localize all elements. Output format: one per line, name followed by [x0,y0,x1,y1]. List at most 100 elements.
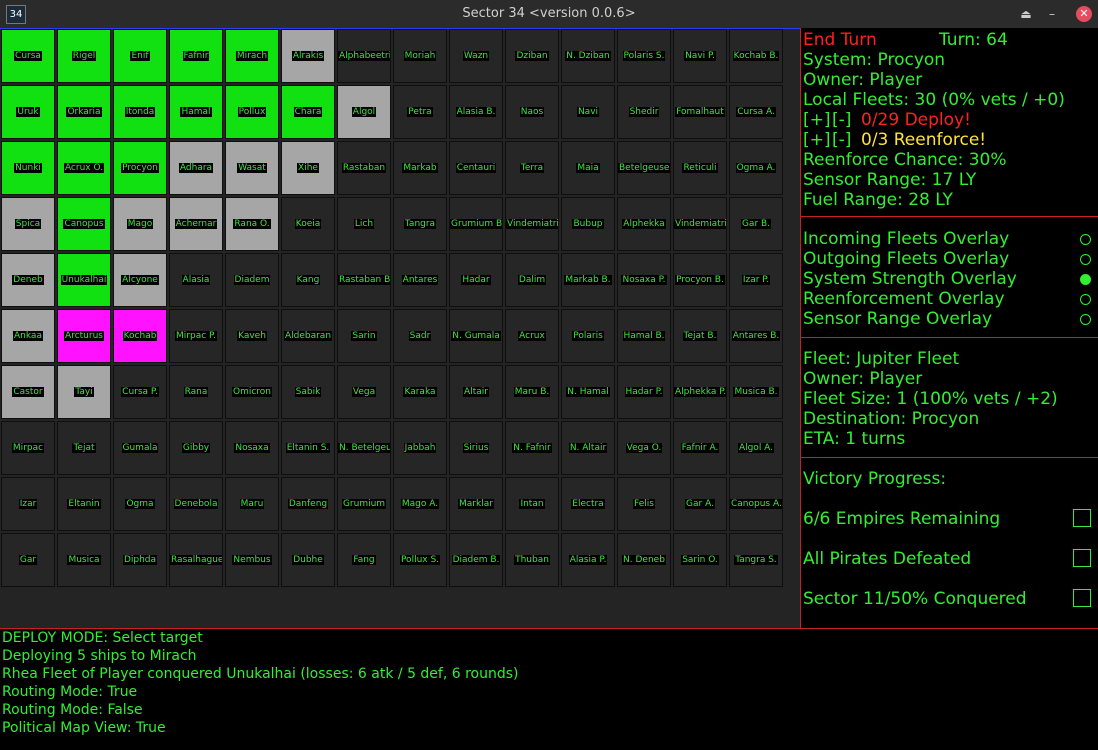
star-system-cell[interactable]: Mirach [225,29,279,83]
star-system-cell[interactable]: Maia [561,141,615,195]
star-system-cell[interactable]: Wasat [225,141,279,195]
star-system-cell[interactable]: Fomalhaut [673,85,727,139]
star-system-cell[interactable]: Thuban [505,533,559,587]
reenforce-plus-button[interactable]: [+] [803,130,831,150]
star-system-cell[interactable]: Antares B. [729,309,783,363]
star-system-cell[interactable]: Cursa A. [729,85,783,139]
star-system-cell[interactable]: Nembus [225,533,279,587]
star-system-cell[interactable]: Musica [57,533,111,587]
star-system-cell[interactable]: Hadar P. [617,365,671,419]
star-system-cell[interactable]: Electra [561,477,615,531]
star-system-cell[interactable]: Chara [281,85,335,139]
star-system-cell[interactable]: Pollux [225,85,279,139]
star-system-cell[interactable]: Arcturus [57,309,111,363]
star-system-cell[interactable]: Dubhe [281,533,335,587]
star-system-cell[interactable]: Vindemiatrix [505,197,559,251]
star-system-cell[interactable]: Sirius [449,421,503,475]
star-system-cell[interactable]: Nunki [1,141,55,195]
overlay-incoming-radio[interactable] [1080,234,1091,245]
star-system-cell[interactable]: Orkaria [57,85,111,139]
star-system-cell[interactable]: Denebola [169,477,223,531]
star-system-cell[interactable]: Fafnir A. [673,421,727,475]
star-system-cell[interactable]: Grumium [337,477,391,531]
star-system-cell[interactable]: Mirpac P. [169,309,223,363]
star-system-cell[interactable]: N. Dziban [561,29,615,83]
deploy-minus-button[interactable]: [-] [832,110,851,130]
star-system-cell[interactable]: Dziban [505,29,559,83]
star-system-cell[interactable]: Ogma [113,477,167,531]
star-system-cell[interactable]: Naos [505,85,559,139]
star-system-cell[interactable]: Wazn [449,29,503,83]
star-system-cell[interactable]: Maru B. [505,365,559,419]
star-system-cell[interactable]: N. Fafnir [505,421,559,475]
star-system-cell[interactable]: Navi P. [673,29,727,83]
overlay-incoming-label[interactable]: Incoming Fleets Overlay [803,229,1009,249]
star-system-cell[interactable]: Ankaa [1,309,55,363]
star-system-cell[interactable]: Acrux [505,309,559,363]
star-system-cell[interactable]: Rana O. [225,197,279,251]
star-system-cell[interactable]: Betelgeuse [617,141,671,195]
star-system-cell[interactable]: Eltanin [57,477,111,531]
overlay-strength-label[interactable]: System Strength Overlay [803,269,1017,289]
star-system-cell[interactable]: Procyon [113,141,167,195]
star-system-cell[interactable]: Mirpac [1,421,55,475]
star-system-cell[interactable]: Lich [337,197,391,251]
star-system-cell[interactable]: Hamal [169,85,223,139]
star-system-cell[interactable]: Reticuli [673,141,727,195]
star-system-cell[interactable]: Sabik [281,365,335,419]
star-system-cell[interactable]: Vindemiatrix P. [673,197,727,251]
star-system-cell[interactable]: Mago A. [393,477,447,531]
star-system-cell[interactable]: Karaka [393,365,447,419]
star-system-cell[interactable]: Hadar [449,253,503,307]
overlay-reenforcement-label[interactable]: Reenforcement Overlay [803,289,1005,309]
star-system-cell[interactable]: Alasia P. [561,533,615,587]
star-system-cell[interactable]: Rana [169,365,223,419]
star-system-cell[interactable]: Kang [281,253,335,307]
star-system-cell[interactable]: Gibby [169,421,223,475]
star-system-cell[interactable]: Jabbah [393,421,447,475]
star-system-cell[interactable]: Unukalhai [57,253,111,307]
star-system-cell[interactable]: Gar B. [729,197,783,251]
overlay-sensor-radio[interactable] [1080,314,1091,325]
star-system-cell[interactable]: Alphabeetrium [337,29,391,83]
star-system-cell[interactable]: Uruk [1,85,55,139]
star-system-cell[interactable]: Alcyone [113,253,167,307]
star-system-cell[interactable]: Algol [337,85,391,139]
star-system-cell[interactable]: Cursa P. [113,365,167,419]
star-system-cell[interactable]: Achernar [169,197,223,251]
end-turn-button[interactable]: End Turn [803,30,877,50]
star-system-cell[interactable]: Petra [393,85,447,139]
star-system-cell[interactable]: Kaveh [225,309,279,363]
star-system-cell[interactable]: Acrux O. [57,141,111,195]
star-system-cell[interactable]: Rasalhague [169,533,223,587]
overlay-strength-radio[interactable] [1080,274,1091,285]
star-system-cell[interactable]: Gar [1,533,55,587]
star-system-cell[interactable]: Maru [225,477,279,531]
star-system-cell[interactable]: Nosaxa [225,421,279,475]
star-system-cell[interactable]: Nosaxa P. [617,253,671,307]
star-system-cell[interactable]: Markab [393,141,447,195]
star-system-cell[interactable]: Canopus A. [729,477,783,531]
star-system-cell[interactable]: Hamal B. [617,309,671,363]
star-system-cell[interactable]: Enif [113,29,167,83]
star-system-cell[interactable]: Pollux S. [393,533,447,587]
star-system-cell[interactable]: Xihe [281,141,335,195]
star-system-cell[interactable]: Alphekka P. [673,365,727,419]
star-system-cell[interactable]: N. Deneb [617,533,671,587]
star-system-cell[interactable]: Alasia B. [449,85,503,139]
star-system-cell[interactable]: Vega [337,365,391,419]
star-system-cell[interactable]: Danfeng [281,477,335,531]
star-system-cell[interactable]: Procyon B. [673,253,727,307]
star-system-cell[interactable]: Diphda [113,533,167,587]
star-system-cell[interactable]: Kochab [113,309,167,363]
star-system-cell[interactable]: Sarin [337,309,391,363]
star-system-cell[interactable]: Shedir [617,85,671,139]
star-system-cell[interactable]: Grumium B. [449,197,503,251]
star-system-cell[interactable]: N. Altair [561,421,615,475]
star-system-cell[interactable]: Intan [505,477,559,531]
star-system-cell[interactable]: Fafnir [169,29,223,83]
star-system-cell[interactable]: Alasia [169,253,223,307]
star-system-cell[interactable]: Rastaban [337,141,391,195]
star-system-cell[interactable]: Tangra [393,197,447,251]
star-system-cell[interactable]: Polaris [561,309,615,363]
